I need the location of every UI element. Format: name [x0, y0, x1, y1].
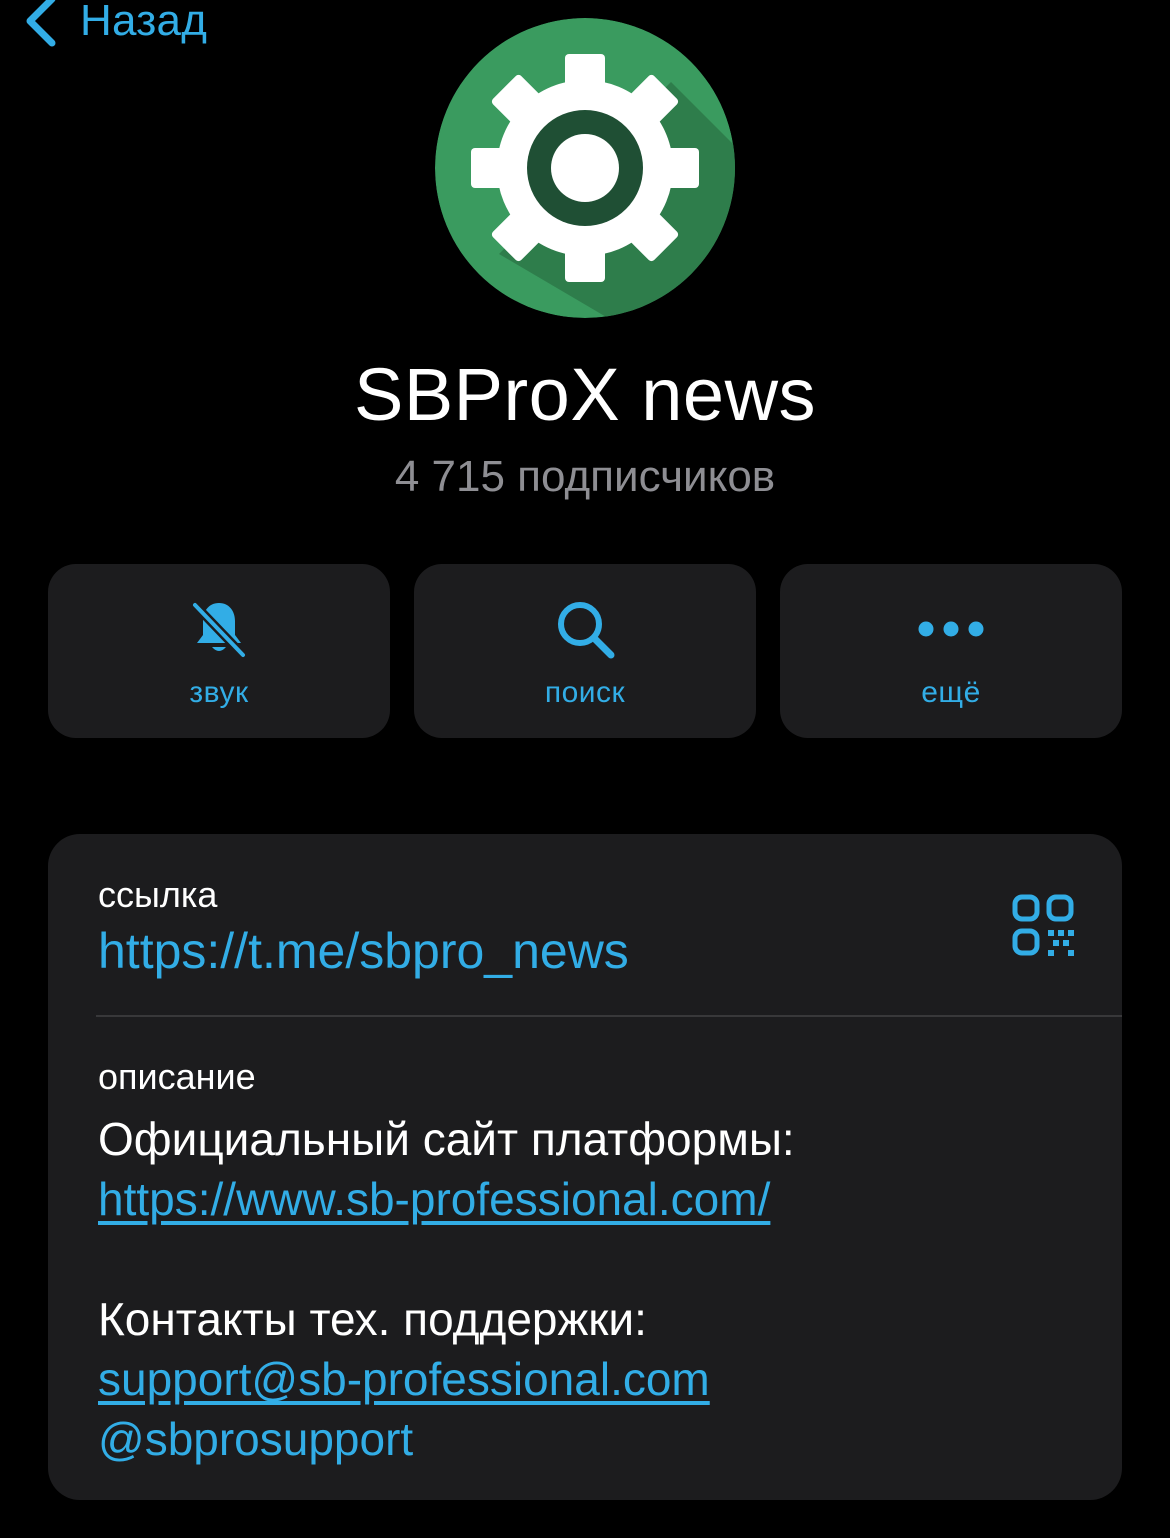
channel-title: SBProX news	[353, 353, 817, 436]
website-link[interactable]: https://www.sb-professional.com/	[98, 1172, 770, 1226]
description-text-support-intro: Контакты тех. поддержки:	[98, 1293, 647, 1345]
bell-slash-icon	[190, 600, 248, 660]
search-label: поиск	[544, 676, 626, 709]
description-text-site-intro: Официальный сайт платформы:	[98, 1113, 795, 1165]
mute-button[interactable]: звук	[48, 564, 390, 738]
more-label: ещё	[921, 676, 981, 709]
more-button[interactable]: ещё	[780, 564, 1122, 738]
qr-code-button[interactable]	[1012, 894, 1074, 961]
ellipsis-icon	[918, 621, 984, 637]
description-label: описание	[98, 1056, 256, 1097]
subscriber-count: 4 715 подписчиков	[394, 452, 776, 501]
mute-label: звук	[189, 676, 249, 709]
action-bar: звук поиск ещё	[48, 564, 1122, 738]
divider	[96, 1015, 1122, 1017]
channel-link[interactable]: https://t.me/sbpro_news	[98, 922, 629, 980]
qr-code-icon	[1012, 894, 1074, 956]
back-label: Назад	[80, 0, 208, 45]
channel-avatar[interactable]	[435, 18, 735, 318]
channel-info-card: ссылка https://t.me/sbpro_news описание …	[48, 834, 1122, 1500]
support-email-link[interactable]: support@sb-professional.com	[98, 1352, 710, 1406]
link-label: ссылка	[98, 874, 218, 915]
search-button[interactable]: поиск	[414, 564, 756, 738]
gear-icon	[435, 18, 735, 318]
back-button[interactable]: Назад	[20, 0, 207, 56]
search-icon	[558, 602, 615, 659]
chevron-left-icon	[20, 0, 60, 49]
support-handle-link[interactable]: @sbprosupport	[98, 1412, 413, 1466]
